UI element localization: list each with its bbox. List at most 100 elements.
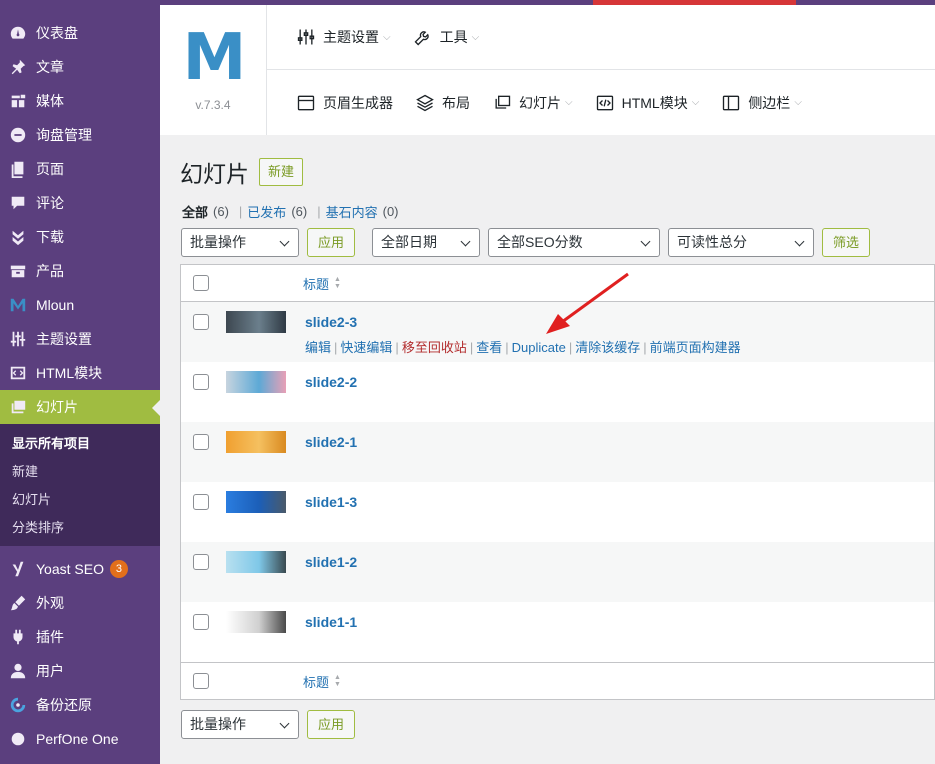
row-actions: 编辑 | 快速编辑 | 移至回收站 | 查看 | Duplicate | 清除该缓存 | 前端页面构建器 (305, 337, 741, 356)
filter-all[interactable]: 全部 (182, 202, 208, 221)
download-icon (9, 228, 27, 246)
sidebar-item-dashboard[interactable]: 仪表盘 (0, 16, 160, 50)
row-checkbox[interactable] (193, 554, 209, 570)
slides-icon (9, 398, 27, 416)
theme-nav-slides[interactable]: 幻灯片 ⌵ (492, 93, 573, 113)
sidebar-item-perf[interactable]: PerfOne One (0, 722, 160, 756)
sidebar-item-page[interactable]: 页面 (0, 152, 160, 186)
theme-nav-sidebar[interactable]: 侧边栏 ⌵ (721, 93, 802, 113)
sidebar-item-plugin[interactable]: 插件 (0, 620, 160, 654)
mloun-logo-icon (9, 296, 27, 314)
apply-button[interactable]: 应用 (307, 228, 356, 257)
theme-nav-code[interactable]: HTML模块 ⌵ (595, 93, 699, 113)
action-separator: | (568, 340, 573, 355)
sidebar-item-label: 仪表盘 (36, 25, 78, 41)
add-new-button[interactable]: 新建 (259, 158, 304, 186)
filter-cornerstone[interactable]: 基石内容 (326, 202, 378, 221)
sidebar-item-backup[interactable]: 备份还原 (0, 688, 160, 722)
sidebar-item-yoast[interactable]: Yoast SEO 3 (0, 552, 160, 586)
slide-title-link[interactable]: slide2-1 (305, 434, 357, 450)
action-view[interactable]: 查看 (476, 340, 502, 355)
slide-title-link[interactable]: slide1-2 (305, 554, 357, 570)
row-checkbox[interactable] (193, 614, 209, 630)
submenu-item[interactable]: 幻灯片 (0, 486, 160, 514)
row-checkbox[interactable] (193, 374, 209, 390)
submenu-item[interactable]: 新建 (0, 458, 160, 486)
sidebar-item-user[interactable]: 用户 (0, 654, 160, 688)
sidebar-item-html-block[interactable]: HTML模块 (0, 356, 160, 390)
theme-nav-wrench[interactable]: 工具 ⌵ (413, 27, 479, 47)
action-clear-cache[interactable]: 清除该缓存 (575, 340, 640, 355)
sidebar-item-media[interactable]: 媒体 (0, 84, 160, 118)
sidebar-item-inquiry[interactable]: 询盘管理 (0, 118, 160, 152)
readability-filter-select[interactable]: 可读性总分 (668, 228, 815, 257)
submenu-item[interactable]: 分类排序 (0, 514, 160, 542)
row-checkbox[interactable] (193, 434, 209, 450)
wrench-icon (413, 27, 440, 47)
submenu-item[interactable]: 显示所有项目 (0, 430, 160, 458)
theme-logo[interactable]: M v.7.3.4 (160, 5, 267, 135)
slide-title-link[interactable]: slide2-3 (305, 314, 357, 330)
page-title: 幻灯片 (180, 161, 249, 187)
column-title-label: 标题 (303, 276, 330, 292)
theme-nav-header-builder[interactable]: 页眉生成器 (296, 93, 393, 113)
filter-button[interactable]: 筛选 (822, 228, 871, 257)
bulk-action-select-bottom[interactable]: 批量操作 (181, 710, 299, 739)
sidebar-item-mloun-logo[interactable]: Mloun (0, 288, 160, 322)
select-all-checkbox[interactable] (193, 275, 209, 291)
filter-separator: | (317, 204, 321, 219)
user-icon (9, 662, 27, 680)
table-row: slide1-3 (181, 482, 934, 542)
bulk-action-select[interactable]: 批量操作 (181, 228, 299, 257)
logo-letter: M (182, 21, 247, 95)
date-filter-select[interactable]: 全部日期 (372, 228, 481, 257)
table-row: slide1-2 (181, 542, 934, 602)
slide-thumbnail[interactable] (226, 371, 286, 393)
filter-published-count: (6) (291, 204, 308, 219)
sidebar-item-download[interactable]: 下载 (0, 220, 160, 254)
sidebar-item-comment[interactable]: 评论 (0, 186, 160, 220)
theme-nav-label: 侧边栏 (748, 94, 791, 111)
slide-title-link[interactable]: slide2-2 (305, 374, 357, 390)
action-edit[interactable]: 编辑 (305, 340, 331, 355)
slide-thumbnail[interactable] (226, 611, 286, 633)
theme-nav-label: 工具 (439, 29, 468, 45)
sidebar-item-pin[interactable]: 文章 (0, 50, 160, 84)
sidebar-item-sliders[interactable]: 主题设置 (0, 322, 160, 356)
sidebar-item-label: 评论 (36, 195, 64, 211)
chevron-down-icon: ⌵ (794, 97, 802, 108)
slides-icon (492, 93, 519, 113)
slide-thumbnail[interactable] (226, 551, 286, 573)
theme-nav-layers[interactable]: 布局 (415, 93, 470, 113)
sidebar-item-product[interactable]: 产品 (0, 254, 160, 288)
theme-version: v.7.3.4 (195, 98, 231, 112)
seo-filter-select[interactable]: 全部SEO分数 (488, 228, 661, 257)
column-title-header[interactable]: 标题 ▲ ▼ (303, 274, 341, 293)
slide-title-link[interactable]: slide1-1 (305, 614, 357, 630)
theme-nav-label: HTML模块 (621, 94, 688, 111)
apply-button-bottom[interactable]: 应用 (307, 710, 356, 739)
action-builder[interactable]: 前端页面构建器 (650, 340, 741, 355)
sidebar-item-label: 下载 (36, 229, 64, 245)
select-all-checkbox-footer[interactable] (193, 673, 209, 689)
slide-thumbnail[interactable] (226, 431, 286, 453)
chevron-down-icon: ⌵ (565, 97, 573, 108)
sidebar-item-brush[interactable]: 外观 (0, 586, 160, 620)
row-checkbox[interactable] (193, 314, 209, 330)
slide-title-link[interactable]: slide1-3 (305, 494, 357, 510)
sidebar-item-slides[interactable]: 幻灯片 (0, 390, 160, 424)
dashboard-icon (9, 24, 27, 42)
theme-nav-sliders[interactable]: 主题设置 ⌵ (296, 27, 391, 47)
action-quick-edit[interactable]: 快速编辑 (340, 340, 392, 355)
column-title-footer[interactable]: 标题 ▲ ▼ (303, 672, 341, 691)
sidebar-item-label: 幻灯片 (36, 399, 78, 415)
action-trash[interactable]: 移至回收站 (402, 340, 467, 355)
sidebar-item-label: 页面 (36, 161, 64, 177)
theme-nav-row-2: 页眉生成器 布局 幻灯片 ⌵ HTML模块 ⌵ 侧边栏 ⌵ (267, 70, 935, 135)
slide-thumbnail[interactable] (226, 311, 286, 333)
slide-thumbnail[interactable] (226, 491, 286, 513)
row-checkbox[interactable] (193, 494, 209, 510)
filter-published[interactable]: 已发布 (247, 202, 286, 221)
action-duplicate[interactable]: Duplicate (512, 340, 566, 355)
status-filters: 全部 (6) | 已发布 (6) | 基石内容 (0) (182, 202, 399, 221)
